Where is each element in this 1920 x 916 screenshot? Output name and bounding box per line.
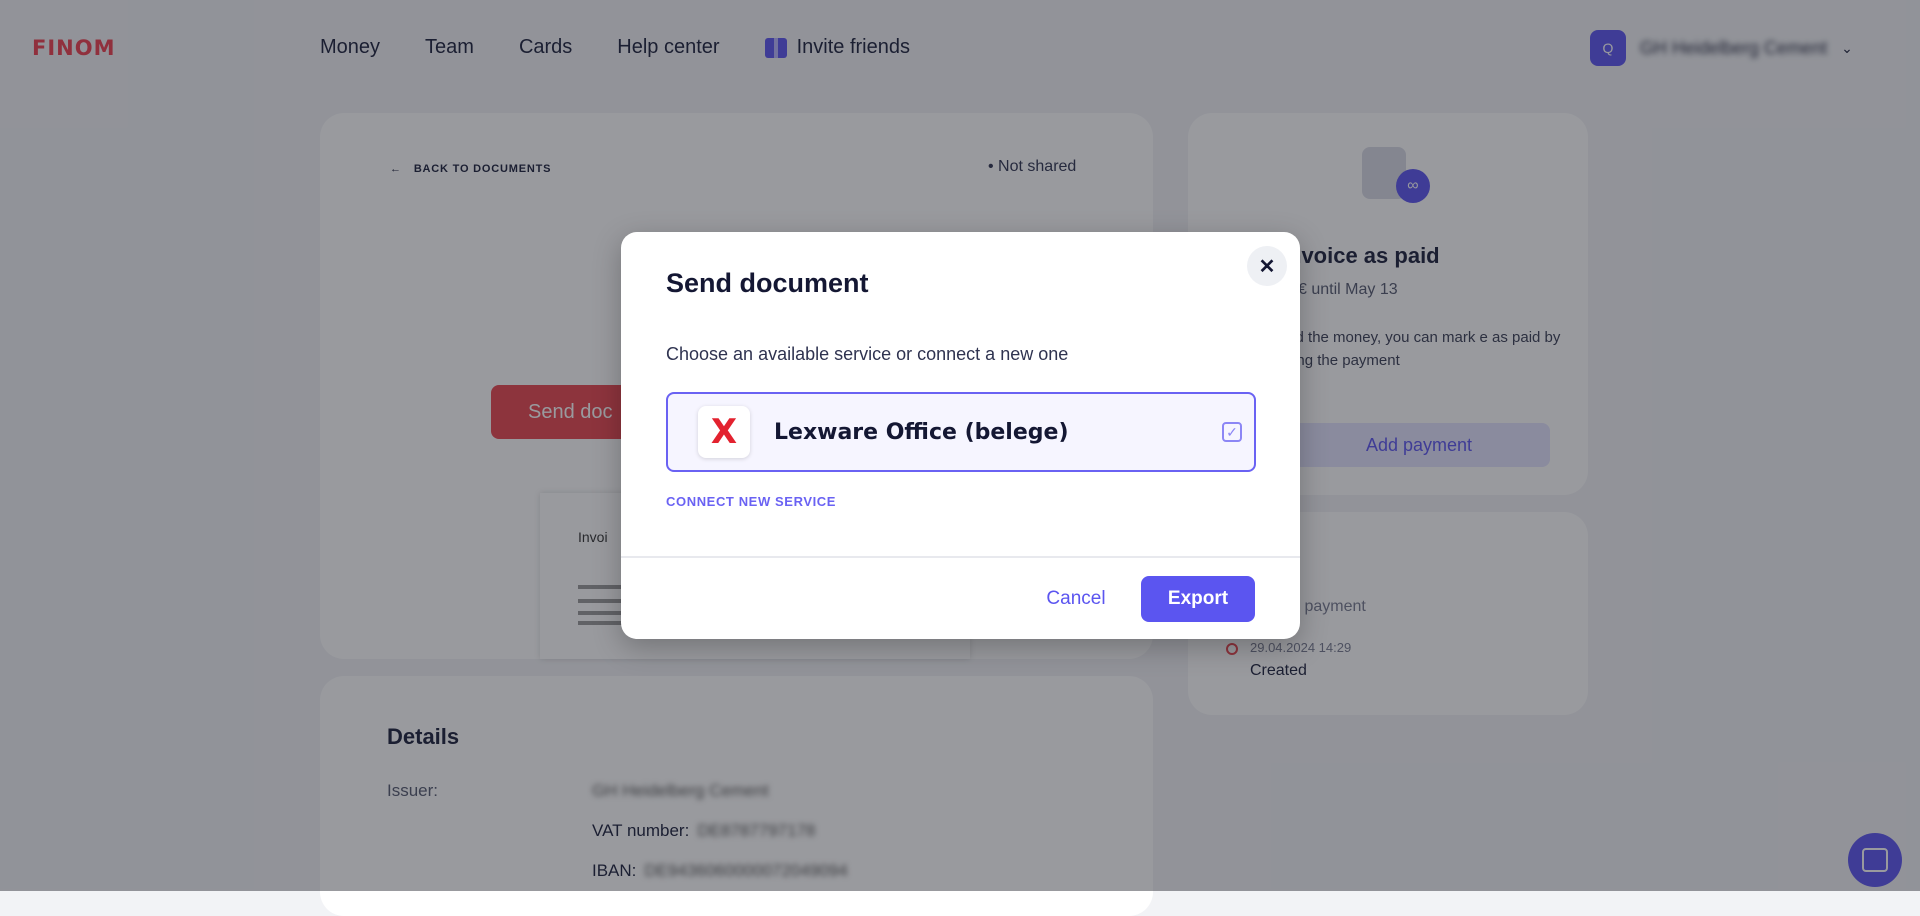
service-name: Lexware Office (belege)	[774, 419, 1069, 445]
send-document-modal: Send document ✕ Choose an available serv…	[621, 232, 1300, 639]
connect-new-service-link[interactable]: CONNECT NEW SERVICE	[666, 494, 836, 509]
export-button[interactable]: Export	[1141, 576, 1255, 622]
service-option-lexware[interactable]: X Lexware Office (belege) ✓	[666, 392, 1256, 472]
lexware-logo: X	[698, 406, 750, 458]
divider	[621, 556, 1300, 558]
modal-subtitle: Choose an available service or connect a…	[666, 344, 1069, 364]
cancel-button[interactable]: Cancel	[1021, 577, 1131, 621]
checkbox-checked-icon[interactable]: ✓	[1222, 422, 1242, 442]
modal-title: Send document	[666, 268, 869, 298]
close-icon[interactable]: ✕	[1247, 246, 1287, 286]
